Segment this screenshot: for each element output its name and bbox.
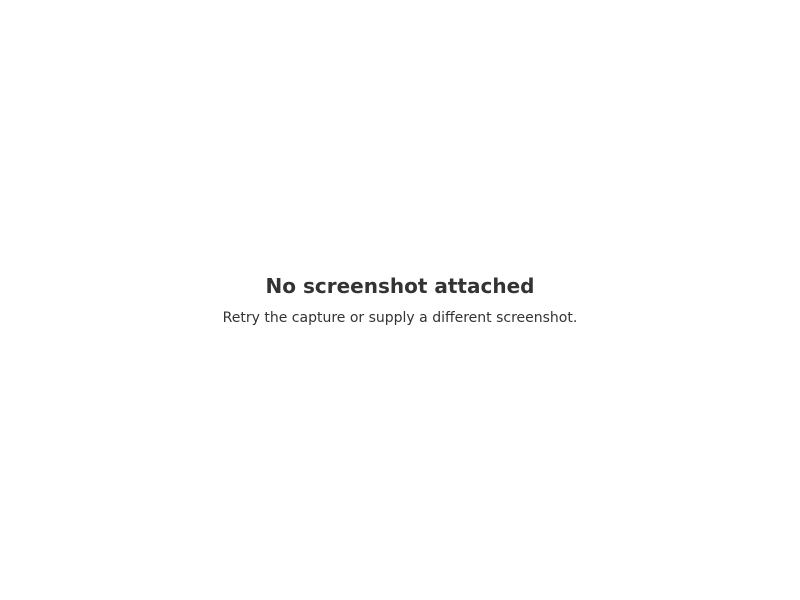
missing-screenshot-notice: No screenshot attached Retry the capture…: [0, 0, 800, 600]
notice-title: No screenshot attached: [265, 274, 535, 298]
notice-body: Retry the capture or supply a different …: [222, 310, 578, 326]
